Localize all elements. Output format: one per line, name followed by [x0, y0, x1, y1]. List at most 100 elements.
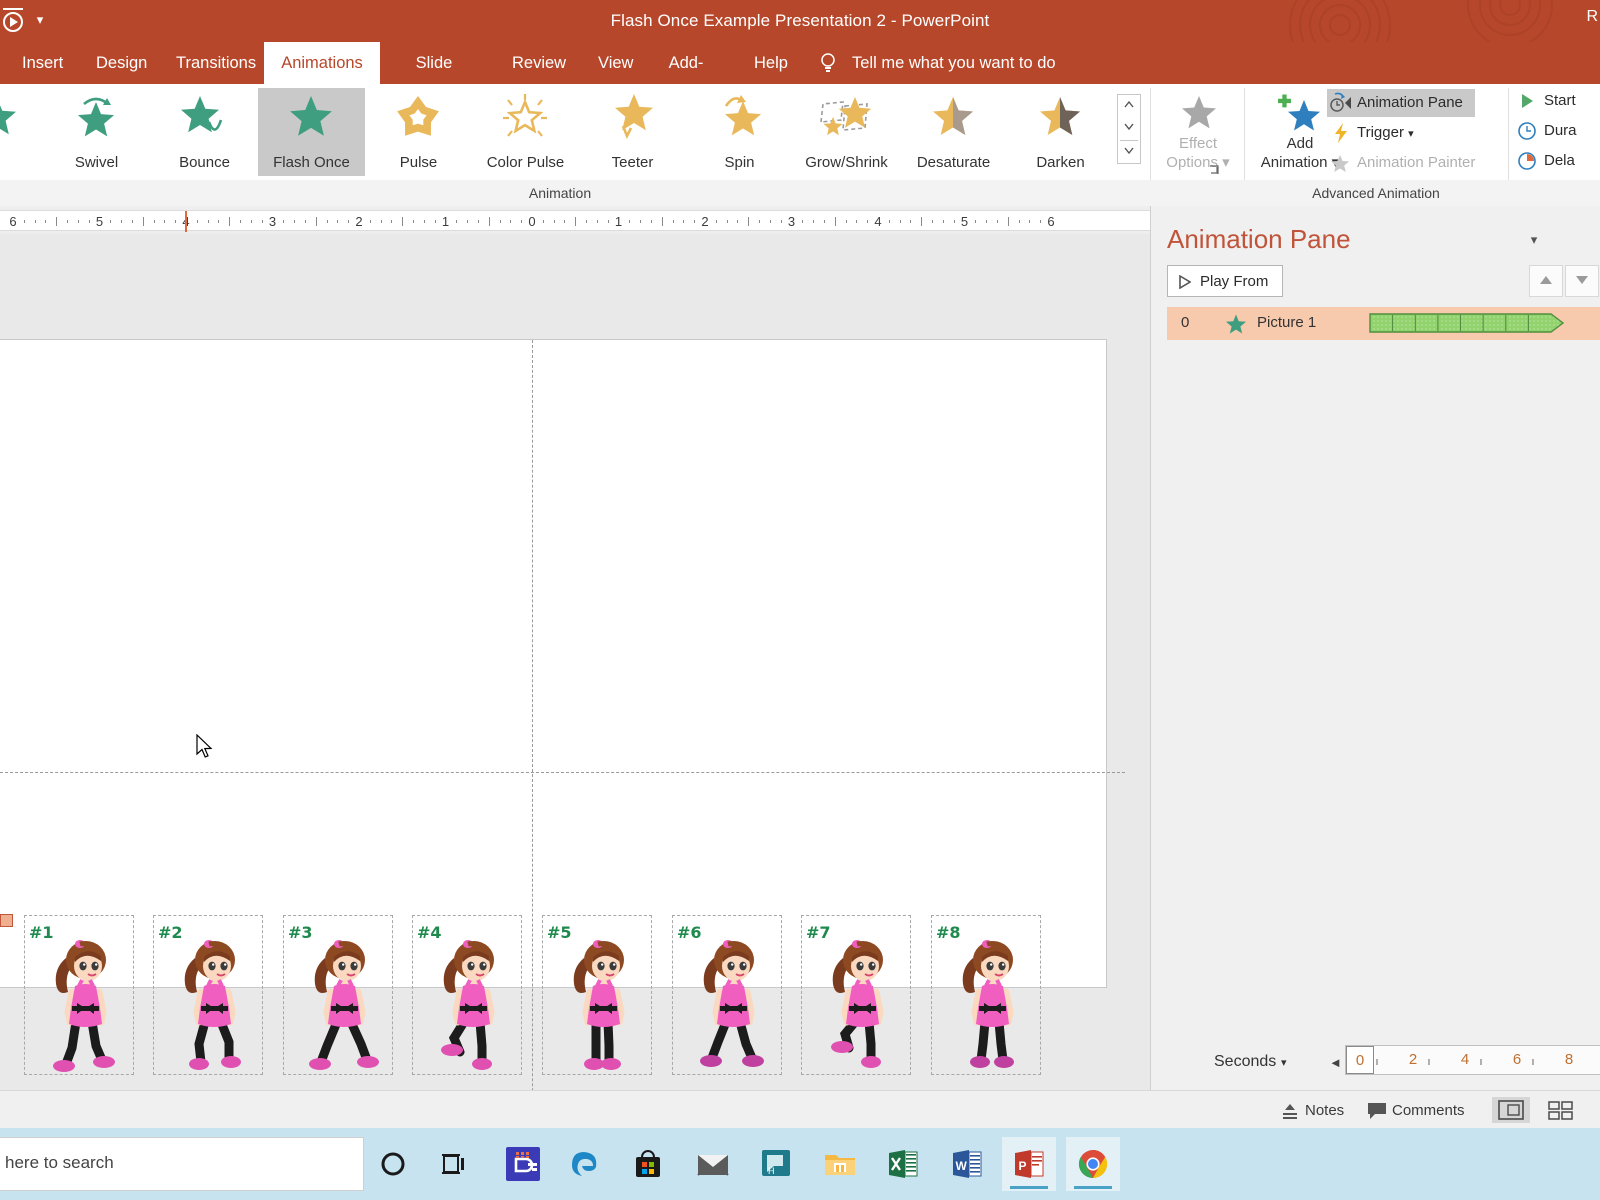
task-view-icon[interactable] — [428, 1137, 482, 1191]
ruler-tick — [154, 220, 155, 223]
animation-order-number: 0 — [1181, 314, 1189, 331]
walking-girl-image[interactable] — [434, 930, 512, 1068]
effect-options-button[interactable]: Effect Options ▾ — [1152, 92, 1244, 176]
excel-icon[interactable] — [876, 1137, 930, 1191]
powerpoint-icon[interactable]: P — [1002, 1137, 1056, 1191]
seconds-dropdown-label[interactable]: Seconds — [1214, 1053, 1276, 1071]
add-animation-star-icon — [1276, 92, 1324, 134]
delay-field[interactable]: Dela — [1514, 147, 1600, 175]
gallery-scroll-down-button[interactable] — [1118, 117, 1140, 139]
walking-girl-image[interactable] — [823, 930, 901, 1068]
duration-field[interactable]: Dura — [1514, 117, 1600, 145]
word-icon[interactable]: W — [940, 1137, 994, 1191]
comments-button[interactable]: Comments — [1366, 1099, 1465, 1123]
animation-dialog-launcher[interactable] — [1208, 164, 1222, 178]
slide-canvas[interactable]: #1#2#3#4#5#6#7#8 — [0, 339, 1107, 988]
walking-girl-image[interactable] — [46, 930, 124, 1068]
horizontal-ruler[interactable]: 6543210123456 — [0, 206, 1150, 234]
seconds-dropdown-caret[interactable]: ▾ — [1281, 1056, 1287, 1069]
walking-girl-image[interactable] — [305, 930, 383, 1068]
search-input[interactable]: here to search — [0, 1137, 364, 1191]
animation-pane[interactable]: Animation Pane ▾ Play From 0 Picture 1 S… — [1150, 206, 1600, 1090]
ruler-tick — [889, 220, 890, 223]
animation-effect-flash-once[interactable]: Flash Once — [258, 88, 365, 176]
animation-painter-button[interactable]: Animation Painter — [1327, 149, 1497, 177]
edge-browser-icon[interactable] — [558, 1137, 612, 1191]
animation-frame[interactable]: #6 — [672, 915, 782, 1075]
walking-girl-image[interactable] — [694, 930, 772, 1068]
animation-effect-darken[interactable]: Darken — [1007, 88, 1114, 176]
cortana-icon[interactable] — [366, 1137, 420, 1191]
animation-effect-desaturate[interactable]: Desaturate — [900, 88, 1007, 176]
play-from-button[interactable]: Play From — [1167, 265, 1283, 297]
tell-me-box[interactable]: Tell me what you want to do — [852, 42, 1056, 84]
start-dropdown[interactable]: Start — [1514, 87, 1600, 115]
ruler-tick — [413, 220, 414, 223]
tab-design[interactable]: Design — [82, 42, 144, 84]
windows-store-app-icon[interactable] — [496, 1137, 550, 1191]
ruler-tick — [629, 220, 630, 223]
selection-handle[interactable] — [0, 914, 13, 927]
animation-list-item[interactable]: 0 Picture 1 — [1167, 307, 1600, 340]
walking-girl-image[interactable] — [175, 930, 253, 1068]
timeline-ruler[interactable]: 02468 — [1345, 1045, 1600, 1075]
ruler-tick — [997, 220, 998, 223]
animation-pane-options-caret[interactable]: ▾ — [1523, 232, 1545, 250]
file-explorer-icon[interactable] — [813, 1137, 867, 1191]
ruler-number: 3 — [263, 214, 283, 229]
animation-frame[interactable]: #5 — [542, 915, 652, 1075]
chrome-icon[interactable] — [1066, 1137, 1120, 1191]
ruler-tick — [673, 220, 674, 223]
tab-transitions[interactable]: Transitions — [162, 42, 258, 84]
ruler-tick — [132, 220, 133, 223]
gallery-scroll-up-button[interactable] — [1118, 95, 1140, 117]
ribbon: Effect Options ▾ Add Animation ▾ — [0, 84, 1600, 206]
animation-effect-swivel[interactable]: Swivel — [43, 88, 150, 176]
animation-effect-teeter[interactable]: Teeter — [579, 88, 686, 176]
tab-add-ins[interactable]: Add-ins — [648, 42, 724, 84]
animation-effect-bounce[interactable]: Bounce — [151, 88, 258, 176]
ruler-tick — [846, 220, 847, 223]
animation-frame[interactable]: #1 — [24, 915, 134, 1075]
status-bar: Notes Comments — [0, 1090, 1600, 1128]
slide-editing-area[interactable]: #1#2#3#4#5#6#7#8 — [0, 234, 1150, 1090]
gallery-scroll-spinner[interactable] — [1117, 94, 1141, 164]
animation-frame[interactable]: #4 — [412, 915, 522, 1075]
walking-girl-image[interactable] — [564, 930, 642, 1068]
animation-frame[interactable]: #2 — [153, 915, 263, 1075]
tab-animations[interactable]: Animations — [264, 42, 380, 84]
tab-view[interactable]: View — [584, 42, 630, 84]
animation-effect-color-pulse[interactable]: Color Pulse — [472, 88, 579, 176]
mail-icon[interactable] — [686, 1137, 740, 1191]
tab-insert[interactable]: Insert — [8, 42, 62, 84]
pane-scroll-up-button[interactable] — [1529, 265, 1563, 297]
effect-label: Flash Once — [258, 154, 365, 171]
animation-pane-button[interactable]: Animation Pane — [1327, 89, 1475, 117]
animation-timeline-bar[interactable] — [1369, 312, 1565, 334]
notes-button[interactable]: Notes — [1279, 1099, 1344, 1123]
gallery-more-button[interactable] — [1118, 141, 1140, 163]
walking-girl-image[interactable] — [953, 930, 1031, 1068]
microsoft-store-icon[interactable] — [621, 1137, 675, 1191]
effect-options-label-2: Options ▾ — [1152, 153, 1244, 172]
animation-frame[interactable]: #8 — [931, 915, 1041, 1075]
ruler-marker[interactable] — [185, 211, 187, 232]
slide-sorter-view-button[interactable] — [1542, 1097, 1580, 1123]
timeline-scroll-left[interactable]: ◄ — [1329, 1055, 1342, 1070]
snip-sketch-icon[interactable]: H — [749, 1137, 803, 1191]
tab-review[interactable]: Review — [498, 42, 564, 84]
animation-effect-pulse[interactable]: Pulse — [365, 88, 472, 176]
ruler-tick — [824, 220, 825, 223]
trigger-button[interactable]: Trigger ▾ — [1327, 119, 1437, 147]
tab-slide-show[interactable]: Slide Show — [386, 42, 482, 84]
pane-scroll-down-button[interactable] — [1565, 265, 1599, 297]
animation-effect-spin[interactable]: Spin — [686, 88, 793, 176]
tab-help[interactable]: Help — [740, 42, 790, 84]
normal-view-button[interactable] — [1492, 1097, 1530, 1123]
animation-effect-grow-shrink[interactable]: Grow/Shrink — [793, 88, 900, 176]
trigger-label: Trigger — [1357, 124, 1404, 141]
animation-frame[interactable]: #7 — [801, 915, 911, 1075]
ruler-tick — [402, 217, 403, 226]
animation-frame[interactable]: #3 — [283, 915, 393, 1075]
ruler-number: 0 — [522, 214, 542, 229]
